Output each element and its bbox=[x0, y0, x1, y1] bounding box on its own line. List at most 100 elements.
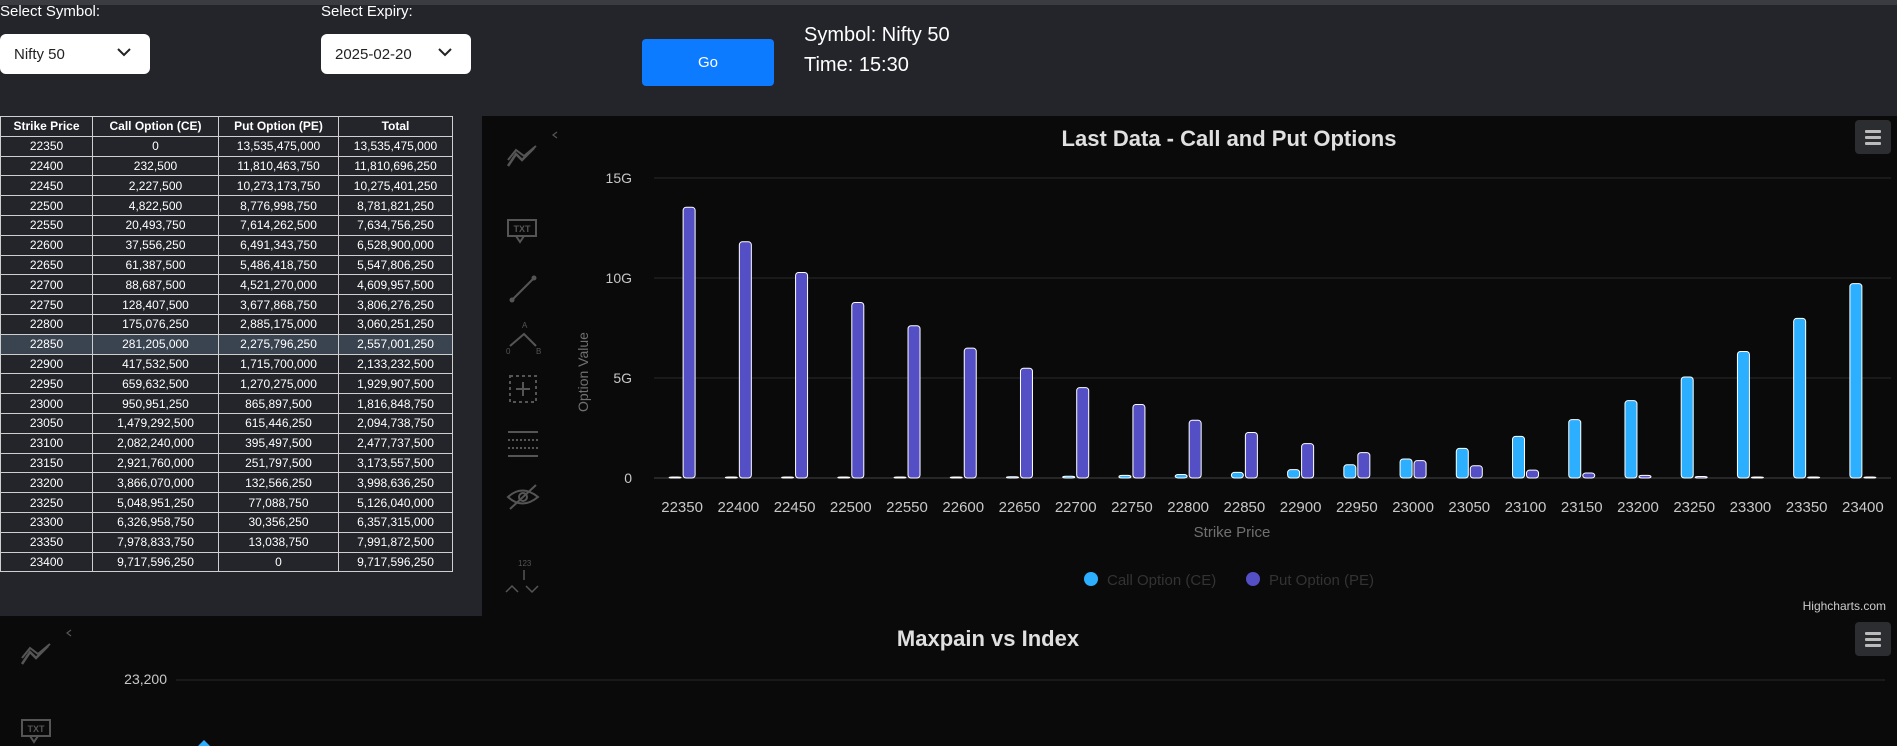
header-call: Call Option (CE) bbox=[92, 116, 219, 137]
bar-put[interactable] bbox=[851, 301, 865, 479]
expiry-select[interactable]: 2025-02-20 bbox=[321, 34, 471, 74]
symbol-select-value: Nifty 50 bbox=[14, 45, 65, 63]
bar-call[interactable] bbox=[1849, 283, 1863, 479]
cell-put: 395,497,500 bbox=[218, 432, 339, 454]
cell-strike: 23250 bbox=[0, 492, 93, 513]
cell-call: 37,556,250 bbox=[92, 234, 219, 256]
bar-call[interactable] bbox=[1062, 475, 1076, 479]
chart-title: Last Data - Call and Put Options bbox=[1062, 126, 1397, 151]
bar-call[interactable] bbox=[1230, 471, 1244, 479]
table-row: 22800 175,076,250 2,885,175,000 3,060,251,2… bbox=[0, 313, 453, 335]
table-row: 22700 88,687,500 4,521,270,000 4,609,957,50… bbox=[0, 274, 453, 296]
cell-call: 5,048,951,250 bbox=[92, 492, 219, 513]
bar-put[interactable] bbox=[963, 347, 977, 479]
cell-total: 5,126,040,000 bbox=[338, 492, 453, 513]
bar-put[interactable] bbox=[1582, 472, 1596, 479]
cell-strike: 22600 bbox=[0, 234, 93, 256]
x-tick-label: 23400 bbox=[1842, 499, 1884, 516]
cell-total: 4,609,957,500 bbox=[338, 274, 453, 296]
cell-total: 8,781,821,250 bbox=[338, 195, 453, 216]
bar-call[interactable] bbox=[1793, 317, 1807, 479]
bar-call[interactable] bbox=[949, 476, 963, 479]
bar-call[interactable] bbox=[1005, 476, 1019, 479]
bar-put[interactable] bbox=[1638, 474, 1652, 479]
bar-call[interactable] bbox=[1736, 350, 1750, 479]
bar-put[interactable] bbox=[1694, 475, 1708, 479]
table-row: 23100 2,082,240,000 395,497,500 2,477,737,5… bbox=[0, 432, 453, 454]
bar-put[interactable] bbox=[1807, 476, 1821, 479]
table-row: 23000 950,951,250 865,897,500 1,816,848,750 bbox=[0, 393, 453, 414]
bar-call[interactable] bbox=[668, 476, 682, 479]
bar-call[interactable] bbox=[1399, 458, 1413, 479]
bar-put[interactable] bbox=[682, 206, 696, 479]
cell-strike: 22800 bbox=[0, 313, 93, 335]
bar-put[interactable] bbox=[1413, 460, 1427, 479]
bar-call[interactable] bbox=[1343, 464, 1357, 479]
bar-put[interactable] bbox=[1357, 452, 1371, 479]
bar-put[interactable] bbox=[1469, 465, 1483, 479]
y-tick-label: 5G bbox=[613, 370, 632, 386]
cell-put: 4,521,270,000 bbox=[218, 274, 339, 296]
bar-call[interactable] bbox=[1624, 400, 1638, 479]
bar-call[interactable] bbox=[781, 476, 795, 479]
cell-strike: 23050 bbox=[0, 412, 93, 434]
cell-put: 5,486,418,750 bbox=[218, 254, 339, 276]
table-row: 22650 61,387,500 5,486,418,750 5,547,806,25… bbox=[0, 254, 453, 276]
bar-put[interactable] bbox=[1526, 469, 1540, 479]
bar-call[interactable] bbox=[1568, 419, 1582, 479]
symbol-label: Select Symbol: bbox=[0, 3, 101, 20]
cell-call: 9,717,596,250 bbox=[92, 551, 219, 573]
table-row: 22750 128,407,500 3,677,868,750 3,806,276,2… bbox=[0, 294, 453, 315]
bar-call[interactable] bbox=[837, 476, 851, 479]
cell-call: 1,479,292,500 bbox=[92, 412, 219, 434]
bar-call[interactable] bbox=[1174, 473, 1188, 479]
bar-put[interactable] bbox=[1132, 403, 1146, 479]
table-row: 23400 9,717,596,250 0 9,717,596,250 bbox=[0, 551, 453, 573]
bar-call[interactable] bbox=[1512, 435, 1526, 479]
x-tick-label: 22850 bbox=[1224, 499, 1266, 516]
bar-put[interactable] bbox=[1301, 443, 1315, 479]
x-tick-label: 22400 bbox=[717, 499, 759, 516]
bar-put[interactable] bbox=[738, 241, 752, 479]
bar-put[interactable] bbox=[1863, 476, 1877, 479]
x-tick-label: 23200 bbox=[1617, 499, 1659, 516]
legend-symbol bbox=[1246, 572, 1260, 586]
cell-strike: 22550 bbox=[0, 214, 93, 236]
bar-put[interactable] bbox=[907, 325, 921, 479]
cell-total: 13,535,475,000 bbox=[338, 135, 453, 157]
cell-strike: 23000 bbox=[0, 393, 93, 414]
expiry-select-value: 2025-02-20 bbox=[335, 45, 412, 63]
bar-put[interactable] bbox=[1188, 419, 1202, 479]
x-tick-label: 23350 bbox=[1786, 499, 1828, 516]
bar-call[interactable] bbox=[724, 476, 738, 479]
cell-put: 13,038,750 bbox=[218, 531, 339, 553]
legend-item-put[interactable]: Put Option (PE) bbox=[1246, 572, 1374, 589]
cell-total: 2,094,738,750 bbox=[338, 412, 453, 434]
legend-symbol bbox=[1084, 572, 1098, 586]
symbol-select[interactable]: Nifty 50 bbox=[0, 34, 150, 74]
cell-strike: 22650 bbox=[0, 254, 93, 276]
bar-put[interactable] bbox=[1750, 476, 1764, 479]
cell-put: 2,275,796,250 bbox=[218, 333, 339, 355]
x-tick-label: 23250 bbox=[1673, 499, 1715, 516]
bar-call[interactable] bbox=[1118, 474, 1132, 479]
cell-call: 281,205,000 bbox=[92, 333, 219, 355]
chart-credits[interactable]: Highcharts.com bbox=[1803, 599, 1886, 613]
bar-call[interactable] bbox=[1680, 376, 1694, 479]
bar-put[interactable] bbox=[1076, 387, 1090, 479]
cell-total: 3,060,251,250 bbox=[338, 313, 453, 335]
bar-call[interactable] bbox=[893, 476, 907, 479]
bar-call[interactable] bbox=[1455, 447, 1469, 479]
bar-call[interactable] bbox=[1287, 469, 1301, 479]
table-row: 23150 2,921,760,000 251,797,500 3,173,557,5… bbox=[0, 452, 453, 474]
legend-item-call[interactable]: Call Option (CE) bbox=[1084, 572, 1216, 589]
go-button[interactable]: Go bbox=[642, 39, 774, 86]
x-tick-label: 22350 bbox=[661, 499, 703, 516]
bar-put[interactable] bbox=[1244, 431, 1258, 479]
cell-total: 3,998,636,250 bbox=[338, 472, 453, 494]
cell-strike: 22450 bbox=[0, 175, 93, 197]
x-tick-label: 22550 bbox=[886, 499, 928, 516]
bar-put[interactable] bbox=[1019, 367, 1033, 479]
call-put-chart-panel: TXT A 0 B 123 Last Data - Call and Put O bbox=[482, 116, 1897, 616]
bar-put[interactable] bbox=[795, 272, 809, 479]
